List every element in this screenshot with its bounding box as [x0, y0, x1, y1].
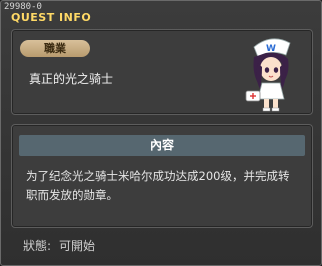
- nurse-npc-portrait: W: [245, 38, 291, 112]
- quest-status: 狀態: 可開始: [23, 237, 103, 254]
- job-badge: 職業: [20, 40, 90, 57]
- quest-info-window: 29980-0 QUEST INFO 職業 真正的光之骑士 W 內容 为了纪念光…: [0, 0, 322, 266]
- status-label: 狀態:: [23, 239, 52, 253]
- quest-summary-panel: 職業 真正的光之骑士 W: [11, 29, 313, 115]
- content-header: 內容: [19, 135, 305, 156]
- status-value: 可開始: [59, 239, 96, 253]
- window-title: QUEST INFO: [11, 11, 92, 24]
- svg-text:W: W: [266, 44, 276, 54]
- quest-content-panel: 內容 为了纪念光之骑士米哈尔成功达成200级，并完成转职而发放的勋章。: [11, 124, 313, 228]
- quest-description: 为了纪念光之骑士米哈尔成功达成200级，并完成转职而发放的勋章。: [26, 169, 290, 202]
- quest-name: 真正的光之骑士: [29, 72, 114, 86]
